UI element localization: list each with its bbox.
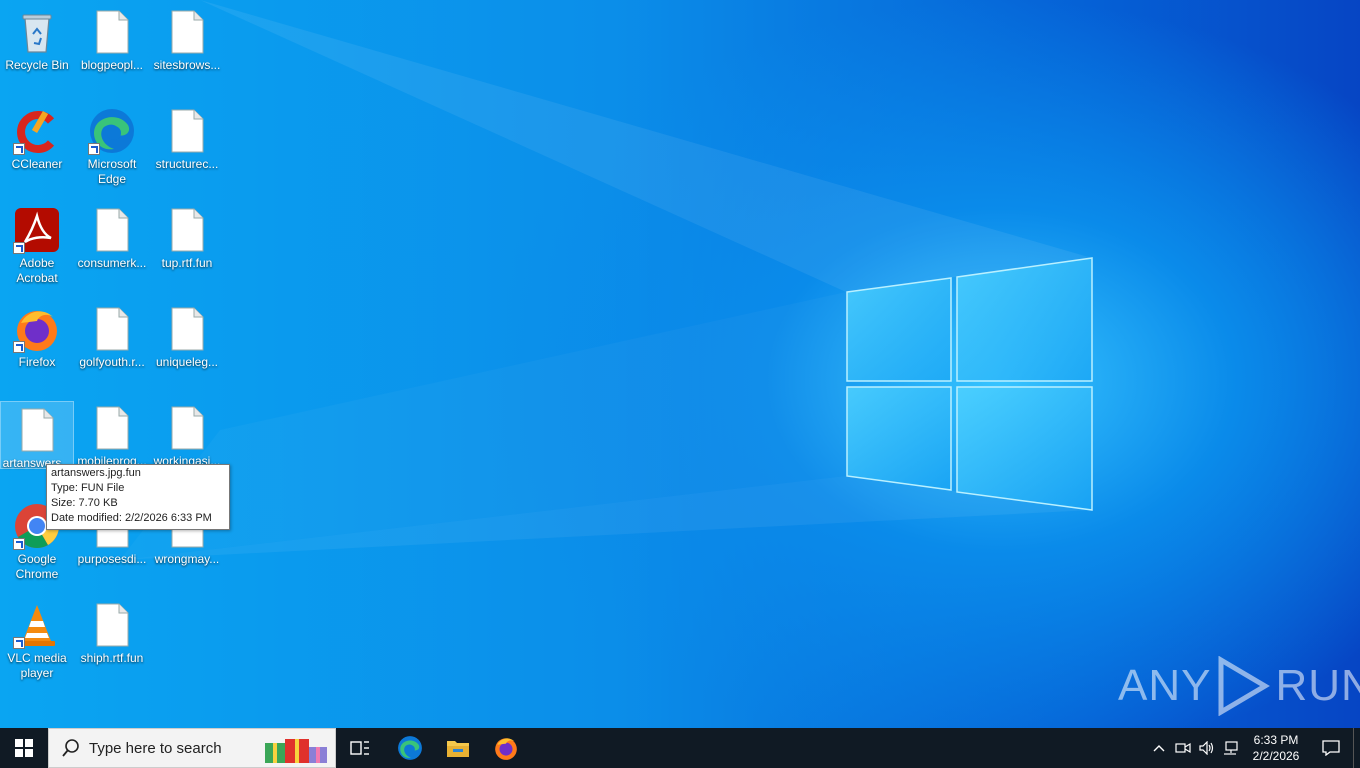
shortcut-arrow-icon xyxy=(13,637,25,649)
system-tray: 6:33 PM 2/2/2026 xyxy=(1147,728,1360,768)
file-icon xyxy=(88,305,136,353)
taskbar-search-box[interactable]: Type here to search xyxy=(48,728,336,768)
anyrun-watermark: ANY RUN xyxy=(1118,656,1360,716)
icon-label: consumerk... xyxy=(77,256,147,270)
clock-date: 2/2/2026 xyxy=(1252,749,1300,763)
icon-label: uniqueleg... xyxy=(155,355,219,369)
file-icon xyxy=(163,8,211,56)
desktop-icon-file[interactable]: workingasi... xyxy=(151,400,223,469)
gift-boxes-icon xyxy=(265,739,327,763)
vlc-cone-icon xyxy=(13,601,61,649)
action-center-button[interactable] xyxy=(1309,728,1353,768)
icon-label: sitesbrows... xyxy=(153,58,221,72)
tooltip-date-modified: Date modified: 2/2/2026 6:33 PM xyxy=(51,512,212,524)
speaker-icon xyxy=(1199,741,1214,755)
show-desktop-button[interactable] xyxy=(1353,728,1360,768)
file-tooltip: artanswers.jpg.fun Type: FUN File Size: … xyxy=(46,464,230,530)
desktop-icon-microsoft-edge[interactable]: Microsoft Edge xyxy=(76,103,148,187)
icon-label: Adobe Acrobat xyxy=(16,256,58,285)
meet-now-button[interactable] xyxy=(1171,728,1195,768)
show-hidden-icons-button[interactable] xyxy=(1147,728,1171,768)
shortcut-arrow-icon xyxy=(13,341,25,353)
file-icon xyxy=(88,404,136,452)
clock-time: 6:33 PM xyxy=(1253,733,1299,747)
watermark-run-text: RUN xyxy=(1275,661,1360,710)
file-icon xyxy=(88,601,136,649)
desktop-icon-file[interactable]: uniqueleg... xyxy=(151,301,223,370)
search-icon xyxy=(62,739,79,757)
icon-label: purposesdi... xyxy=(77,552,147,566)
desktop-icon-vlc-media-player[interactable]: VLC media player xyxy=(1,597,73,681)
watermark-any-text: ANY xyxy=(1118,661,1212,710)
desktop-icon-file[interactable]: golfyouth.r... xyxy=(76,301,148,370)
icon-label: CCleaner xyxy=(11,157,63,171)
icon-label: Google Chrome xyxy=(15,552,59,581)
icon-label: VLC media player xyxy=(7,651,67,680)
icon-label: tup.rtf.fun xyxy=(161,256,213,270)
task-view-icon xyxy=(350,741,369,755)
firefox-icon xyxy=(495,738,517,760)
icon-label: blogpeopl... xyxy=(80,58,144,72)
play-logo-icon xyxy=(1218,656,1271,716)
file-icon xyxy=(163,305,211,353)
desktop-icon-file[interactable]: consumerk... xyxy=(76,202,148,271)
icon-label: Recycle Bin xyxy=(5,58,69,72)
desktop-icon-file[interactable]: shiph.rtf.fun xyxy=(76,597,148,666)
start-button[interactable] xyxy=(0,728,48,768)
file-icon xyxy=(88,8,136,56)
network-icon xyxy=(1224,741,1238,755)
volume-button[interactable] xyxy=(1195,728,1219,768)
desktop-icon-file[interactable]: blogpeopl... xyxy=(76,4,148,73)
windows-logo-icon xyxy=(15,739,33,757)
file-icon xyxy=(163,107,211,155)
adobe-acrobat-icon xyxy=(13,206,61,254)
desktop-icon-ccleaner[interactable]: CCleaner xyxy=(1,103,73,172)
file-icon xyxy=(13,406,61,454)
desktop-icon-file[interactable]: mobileprog... xyxy=(76,400,148,469)
shortcut-arrow-icon xyxy=(13,143,25,155)
ccleaner-icon xyxy=(13,107,61,155)
desktop-icon-artanswers[interactable]: artanswers... xyxy=(0,401,74,470)
desktop-icon-recycle-bin[interactable]: Recycle Bin xyxy=(1,4,73,73)
desktop[interactable]: Recycle Bin CCleaner Adobe Acrobat Firef… xyxy=(0,0,1360,728)
icon-label: Firefox xyxy=(18,355,56,369)
chevron-up-icon xyxy=(1153,745,1165,752)
taskbar-file-explorer-button[interactable] xyxy=(434,728,482,768)
notification-icon xyxy=(1322,740,1340,756)
shortcut-arrow-icon xyxy=(13,538,25,550)
icon-label: shiph.rtf.fun xyxy=(80,651,144,665)
desktop-icon-file[interactable]: tup.rtf.fun xyxy=(151,202,223,271)
microsoft-edge-icon xyxy=(88,107,136,155)
file-icon xyxy=(163,206,211,254)
taskbar-firefox-button[interactable] xyxy=(482,728,530,768)
recycle-bin-icon xyxy=(13,8,61,56)
icon-label: Microsoft Edge xyxy=(87,157,137,186)
network-button[interactable] xyxy=(1219,728,1243,768)
taskbar-clock[interactable]: 6:33 PM 2/2/2026 xyxy=(1243,732,1309,764)
taskbar: Type here to search 6:33 PM 2/2/2026 xyxy=(0,728,1360,768)
file-icon xyxy=(163,404,211,452)
desktop-icon-file[interactable]: structurec... xyxy=(151,103,223,172)
taskbar-edge-button[interactable] xyxy=(386,728,434,768)
desktop-icon-firefox[interactable]: Firefox xyxy=(1,301,73,370)
shortcut-arrow-icon xyxy=(88,143,100,155)
icon-label: wrongmay... xyxy=(154,552,220,566)
tooltip-size: Size: 7.70 KB xyxy=(51,497,118,509)
task-view-button[interactable] xyxy=(336,728,384,768)
desktop-icon-file[interactable]: sitesbrows... xyxy=(151,4,223,73)
icon-label: golfyouth.r... xyxy=(79,355,145,369)
tooltip-type: Type: FUN File xyxy=(51,482,125,494)
microsoft-edge-icon xyxy=(398,736,422,760)
desktop-icon-adobe-acrobat[interactable]: Adobe Acrobat xyxy=(1,202,73,286)
shortcut-arrow-icon xyxy=(13,242,25,254)
search-placeholder: Type here to search xyxy=(89,739,222,757)
file-icon xyxy=(88,206,136,254)
camera-icon xyxy=(1175,742,1191,754)
folder-icon xyxy=(447,741,469,757)
firefox-icon xyxy=(13,305,61,353)
tooltip-filename: artanswers.jpg.fun xyxy=(51,467,141,479)
icon-label: structurec... xyxy=(155,157,219,171)
